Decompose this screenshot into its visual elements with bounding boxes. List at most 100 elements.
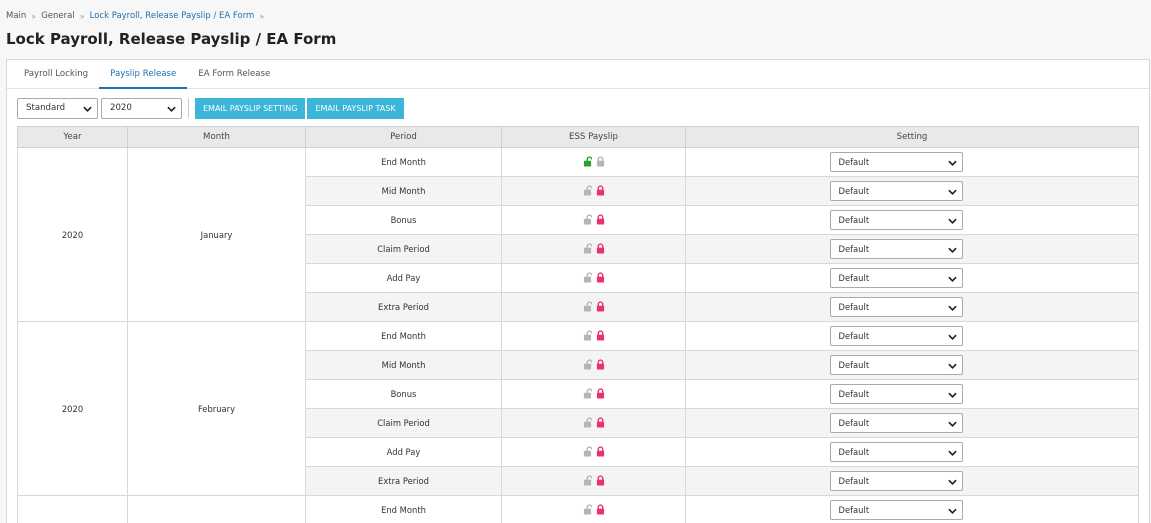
chevron-down-icon bbox=[947, 218, 957, 224]
breadcrumb-item-main[interactable]: Main bbox=[6, 11, 26, 21]
setting-select[interactable]: Default bbox=[829, 239, 963, 259]
setting-select[interactable]: Default bbox=[829, 297, 963, 317]
breadcrumb-separator: » bbox=[259, 11, 265, 21]
unlock-icon[interactable] bbox=[583, 387, 592, 399]
lock-icon[interactable] bbox=[596, 329, 605, 341]
setting-cell: Default bbox=[685, 379, 1139, 409]
ess-payslip-cell bbox=[501, 408, 686, 438]
chevron-down-icon bbox=[947, 450, 957, 456]
page-title: Lock Payroll, Release Payslip / EA Form bbox=[6, 30, 337, 48]
lock-icon[interactable] bbox=[596, 155, 605, 167]
unlock-icon[interactable] bbox=[583, 271, 592, 283]
tab-payslip-release[interactable]: Payslip Release bbox=[99, 60, 188, 89]
setting-cell: Default bbox=[685, 437, 1139, 467]
email-payslip-task-button[interactable]: EMAIL PAYSLIP TASK bbox=[307, 97, 404, 119]
setting-value: Default bbox=[838, 273, 870, 283]
chevron-down-icon bbox=[947, 479, 957, 485]
setting-select[interactable]: Default bbox=[829, 500, 963, 520]
unlock-icon[interactable] bbox=[583, 445, 592, 457]
lock-icon[interactable] bbox=[596, 358, 605, 370]
lock-icon[interactable] bbox=[596, 213, 605, 225]
unlock-icon[interactable] bbox=[583, 213, 592, 225]
year-cell bbox=[17, 495, 128, 523]
chevron-down-icon bbox=[947, 305, 957, 311]
setting-value: Default bbox=[838, 244, 870, 254]
lock-icon[interactable] bbox=[596, 387, 605, 399]
breadcrumb-item-general[interactable]: General bbox=[41, 11, 75, 21]
setting-select[interactable]: Default bbox=[829, 210, 963, 230]
unlock-icon[interactable] bbox=[583, 474, 592, 486]
setting-select[interactable]: Default bbox=[829, 355, 963, 375]
table-row: End Month Default bbox=[17, 495, 1139, 523]
lock-icon[interactable] bbox=[596, 445, 605, 457]
setting-select[interactable]: Default bbox=[829, 326, 963, 346]
month-cell bbox=[127, 495, 306, 523]
breadcrumb-item-current[interactable]: Lock Payroll, Release Payslip / EA Form bbox=[90, 11, 255, 21]
setting-select[interactable]: Default bbox=[829, 384, 963, 404]
chevron-down-icon bbox=[947, 160, 957, 166]
breadcrumb-separator: » bbox=[79, 11, 85, 21]
ess-payslip-cell bbox=[501, 437, 686, 467]
setting-cell: Default bbox=[685, 263, 1139, 293]
setting-select[interactable]: Default bbox=[829, 152, 963, 172]
lock-icon[interactable] bbox=[596, 474, 605, 486]
chevron-down-icon bbox=[947, 363, 957, 369]
month-cell: January bbox=[127, 147, 306, 322]
ess-payslip-cell bbox=[501, 321, 686, 351]
table-body: 2020 January End Month Default Mid Month Defa… bbox=[17, 147, 1139, 523]
column-header-setting: Setting bbox=[685, 126, 1139, 148]
setting-select[interactable]: Default bbox=[829, 268, 963, 288]
payroll-type-select[interactable]: Standard bbox=[17, 97, 98, 119]
lock-icon[interactable] bbox=[596, 300, 605, 312]
ess-payslip-cell bbox=[501, 495, 686, 523]
setting-cell: Default bbox=[685, 234, 1139, 264]
table-row: 2020 February End Month Default bbox=[17, 321, 1139, 496]
chevron-down-icon bbox=[947, 392, 957, 398]
setting-cell: Default bbox=[685, 176, 1139, 206]
tab-payroll-locking[interactable]: Payroll Locking bbox=[13, 60, 99, 89]
unlock-icon[interactable] bbox=[583, 358, 592, 370]
unlock-icon[interactable] bbox=[583, 242, 592, 254]
unlock-icon[interactable] bbox=[583, 503, 592, 515]
chevron-down-icon bbox=[947, 334, 957, 340]
setting-value: Default bbox=[838, 157, 870, 167]
chevron-down-icon bbox=[947, 508, 957, 514]
ess-payslip-cell bbox=[501, 350, 686, 380]
unlock-icon[interactable] bbox=[583, 416, 592, 428]
lock-icon[interactable] bbox=[596, 184, 605, 196]
setting-select[interactable]: Default bbox=[829, 471, 963, 491]
column-header-period: Period bbox=[305, 126, 502, 148]
year-cell: 2020 bbox=[17, 321, 128, 496]
setting-value: Default bbox=[838, 360, 870, 370]
period-cell: Extra Period bbox=[305, 292, 502, 322]
period-cell: Mid Month bbox=[305, 350, 502, 380]
year-cell: 2020 bbox=[17, 147, 128, 322]
setting-cell: Default bbox=[685, 495, 1139, 523]
setting-cell: Default bbox=[685, 292, 1139, 322]
ess-payslip-cell bbox=[501, 147, 686, 177]
setting-value: Default bbox=[838, 447, 870, 457]
unlock-icon[interactable] bbox=[583, 329, 592, 341]
lock-icon[interactable] bbox=[596, 503, 605, 515]
unlock-icon[interactable] bbox=[583, 155, 592, 167]
setting-select[interactable]: Default bbox=[829, 442, 963, 462]
ess-payslip-cell bbox=[501, 292, 686, 322]
email-payslip-setting-button[interactable]: EMAIL PAYSLIP SETTING bbox=[195, 97, 306, 119]
chevron-down-icon bbox=[947, 276, 957, 282]
lock-icon[interactable] bbox=[596, 416, 605, 428]
setting-select[interactable]: Default bbox=[829, 181, 963, 201]
setting-select[interactable]: Default bbox=[829, 413, 963, 433]
month-cell: February bbox=[127, 321, 306, 496]
table-row: 2020 January End Month Default bbox=[17, 147, 1139, 322]
lock-icon[interactable] bbox=[596, 242, 605, 254]
setting-cell: Default bbox=[685, 466, 1139, 496]
unlock-icon[interactable] bbox=[583, 300, 592, 312]
breadcrumb: Main » General » Lock Payroll, Release P… bbox=[6, 11, 269, 21]
year-select[interactable]: 2020 bbox=[101, 97, 182, 119]
column-header-year: Year bbox=[17, 126, 128, 148]
setting-cell: Default bbox=[685, 321, 1139, 351]
tab-ea-form-release[interactable]: EA Form Release bbox=[187, 60, 281, 89]
lock-icon[interactable] bbox=[596, 271, 605, 283]
unlock-icon[interactable] bbox=[583, 184, 592, 196]
period-cell: Add Pay bbox=[305, 263, 502, 293]
